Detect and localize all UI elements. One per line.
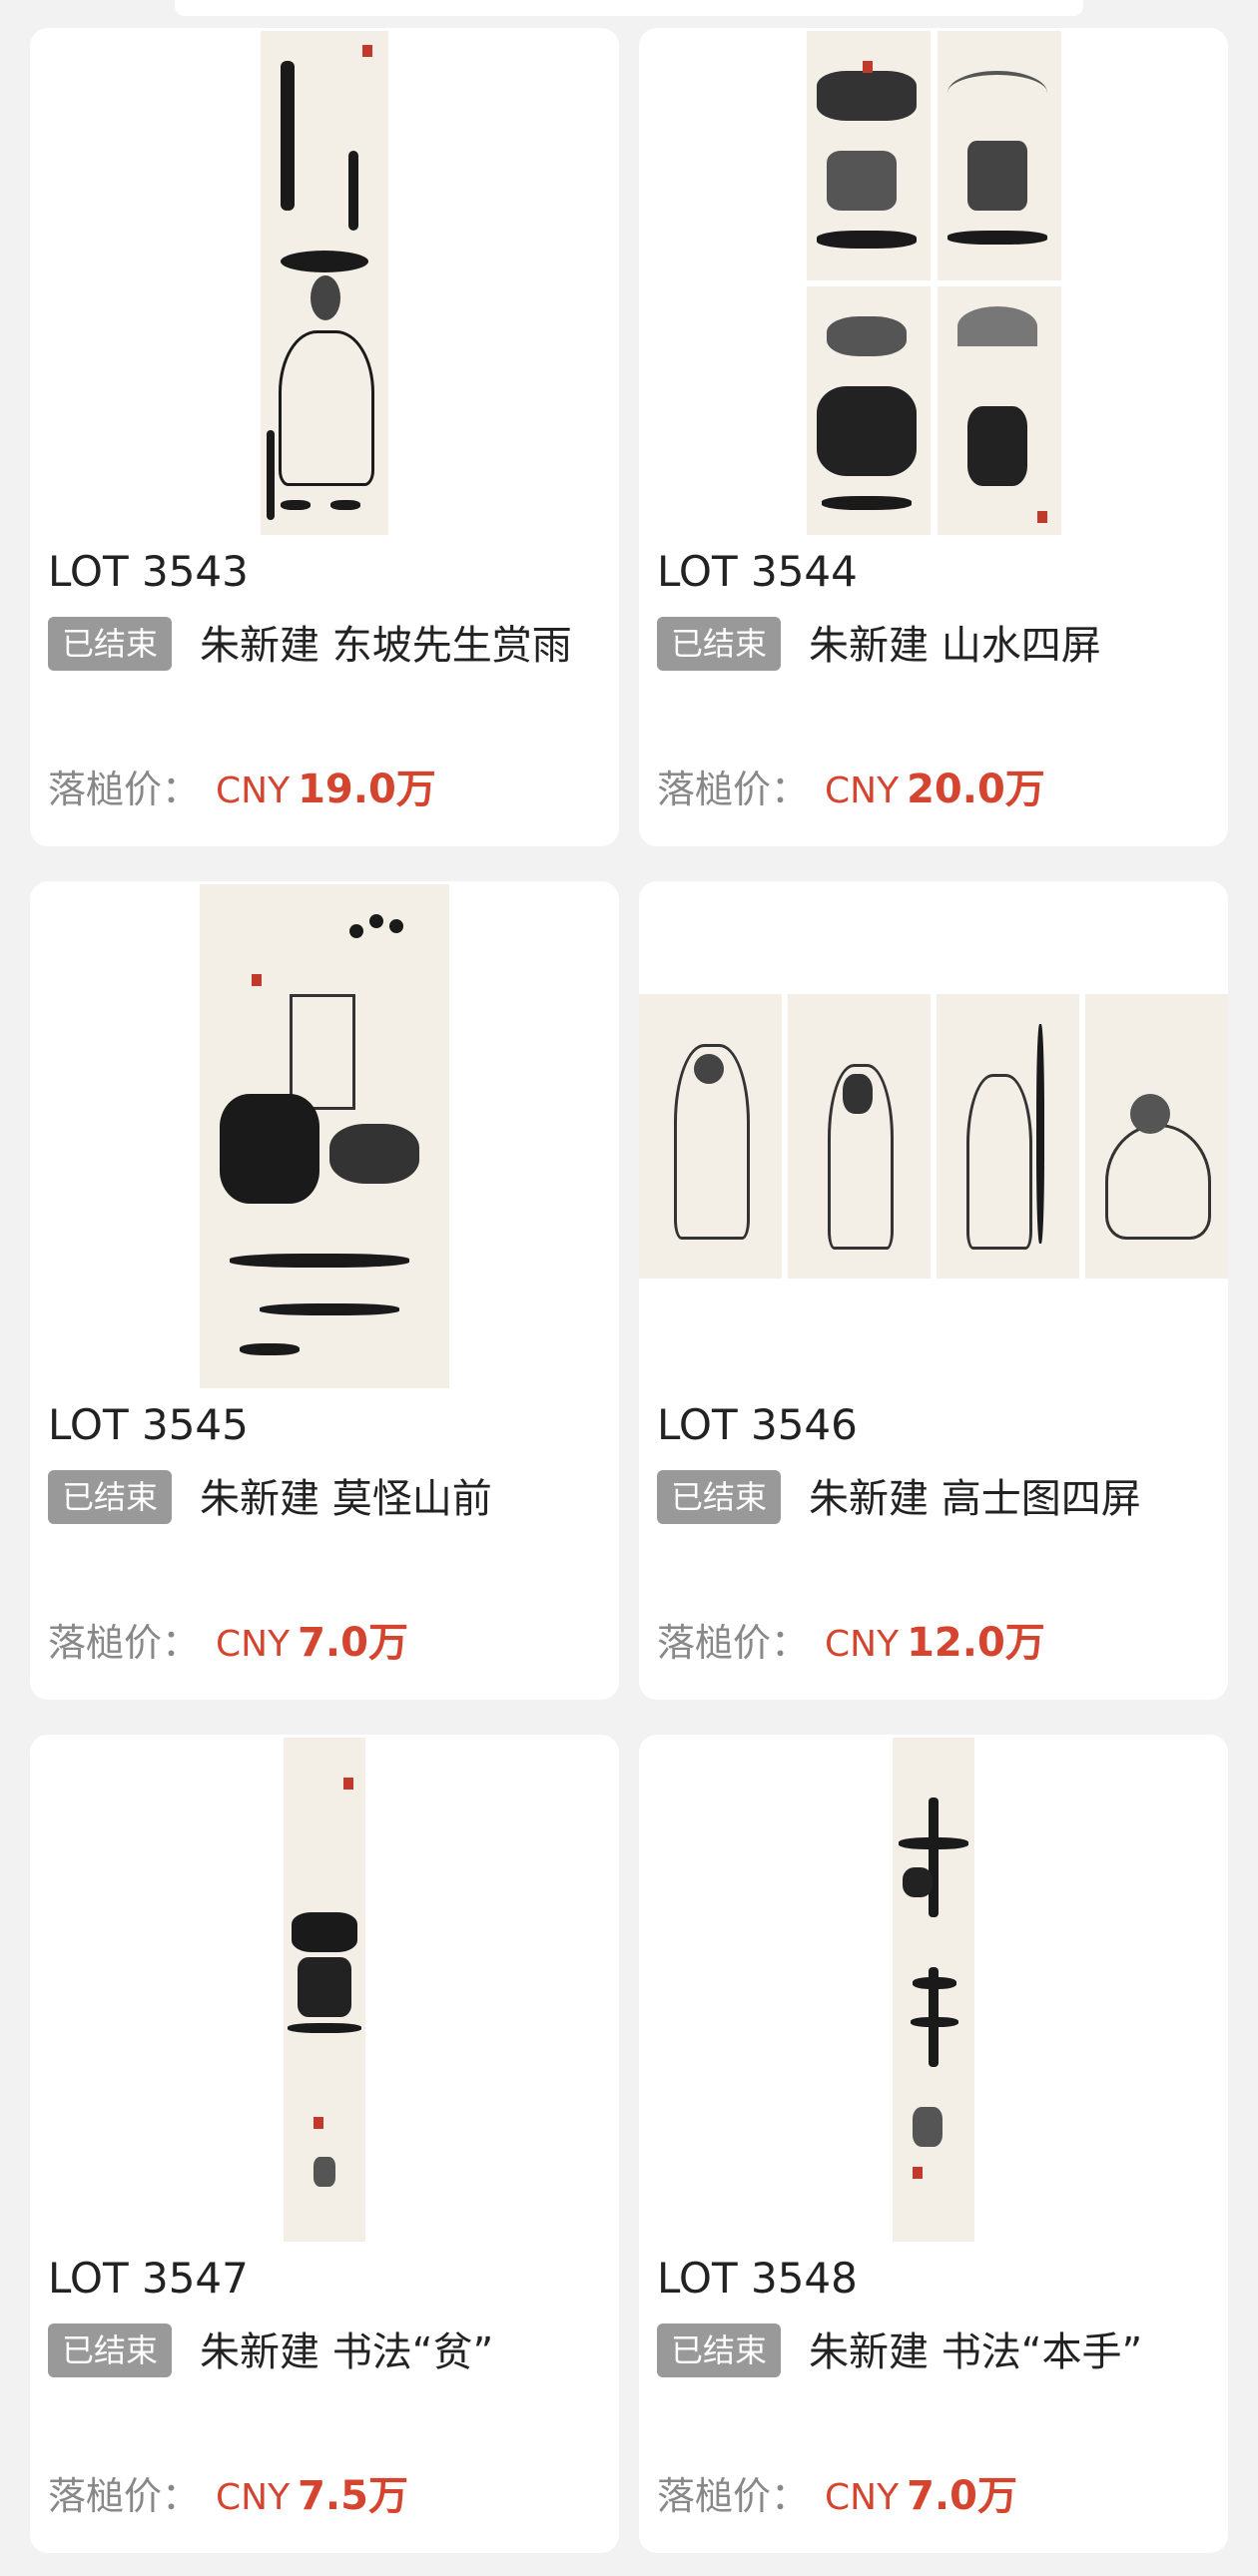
price-currency: CNY: [825, 2477, 900, 2518]
lot-title: 朱新建 莫怪山前: [200, 1476, 492, 1522]
lot-number: LOT 3548: [657, 2254, 858, 2303]
price-currency: CNY: [216, 2477, 291, 2518]
lot-card[interactable]: LOT 3545 已结束 朱新建 莫怪山前 落槌价： CNY 7.0万: [30, 881, 619, 1700]
artwork-image: [639, 881, 1228, 1390]
status-badge: 已结束: [657, 617, 782, 671]
price-value: 7.5万: [298, 2473, 408, 2519]
lot-title: 朱新建 高士图四屏: [809, 1476, 1141, 1522]
lot-number: LOT 3543: [48, 547, 249, 596]
hammer-price: 落槌价： CNY 19.0万: [48, 765, 436, 816]
status-badge: 已结束: [657, 2323, 782, 2377]
price-currency: CNY: [825, 771, 900, 811]
lot-title: 朱新建 山水四屏: [809, 623, 1101, 669]
lot-title: 朱新建 书法“本手”: [809, 2329, 1143, 2375]
lot-card[interactable]: LOT 3544 已结束 朱新建 山水四屏 落槌价： CNY 20.0万: [639, 28, 1228, 846]
artwork-image: [639, 28, 1228, 537]
price-currency: CNY: [216, 1624, 291, 1665]
lot-title: 朱新建 书法“贫”: [200, 2329, 494, 2375]
hammer-price: 落槌价： CNY 12.0万: [657, 1618, 1045, 1670]
artwork-image: [30, 28, 619, 537]
price-label: 落槌价：: [657, 1621, 810, 1665]
hammer-price: 落槌价： CNY 7.0万: [657, 2471, 1017, 2523]
lot-number: LOT 3547: [48, 2254, 249, 2303]
price-currency: CNY: [216, 771, 291, 811]
artwork-image: [30, 881, 619, 1390]
price-value: 12.0万: [907, 1620, 1045, 1666]
price-label: 落槌价：: [48, 1621, 201, 1665]
status-badge: 已结束: [48, 617, 173, 671]
lot-title: 朱新建 东坡先生赏雨: [200, 623, 572, 669]
price-label: 落槌价：: [48, 768, 201, 811]
lot-card[interactable]: LOT 3546 已结束 朱新建 高士图四屏 落槌价： CNY 12.0万: [639, 881, 1228, 1700]
artwork-image: [639, 1735, 1228, 2244]
status-badge: 已结束: [657, 1470, 782, 1524]
price-label: 落槌价：: [657, 768, 810, 811]
hammer-price: 落槌价： CNY 7.0万: [48, 1618, 408, 1670]
hammer-price: 落槌价： CNY 20.0万: [657, 765, 1045, 816]
price-value: 20.0万: [907, 767, 1045, 812]
hammer-price: 落槌价： CNY 7.5万: [48, 2471, 408, 2523]
status-badge: 已结束: [48, 1470, 173, 1524]
lot-card[interactable]: LOT 3543 已结束 朱新建 东坡先生赏雨 落槌价： CNY 19.0万: [30, 28, 619, 846]
price-value: 7.0万: [907, 2473, 1017, 2519]
price-label: 落槌价：: [657, 2474, 810, 2518]
lot-number: LOT 3545: [48, 1400, 249, 1449]
status-badge: 已结束: [48, 2323, 173, 2377]
price-currency: CNY: [825, 1624, 900, 1665]
price-label: 落槌价：: [48, 2474, 201, 2518]
top-strip: [175, 0, 1083, 16]
lot-number: LOT 3544: [657, 547, 858, 596]
price-value: 7.0万: [298, 1620, 408, 1666]
lot-card[interactable]: LOT 3547 已结束 朱新建 书法“贫” 落槌价： CNY 7.5万: [30, 1735, 619, 2553]
lot-number: LOT 3546: [657, 1400, 858, 1449]
artwork-image: [30, 1735, 619, 2244]
lot-card[interactable]: LOT 3548 已结束 朱新建 书法“本手” 落槌价： CNY 7.0万: [639, 1735, 1228, 2553]
price-value: 19.0万: [298, 767, 436, 812]
